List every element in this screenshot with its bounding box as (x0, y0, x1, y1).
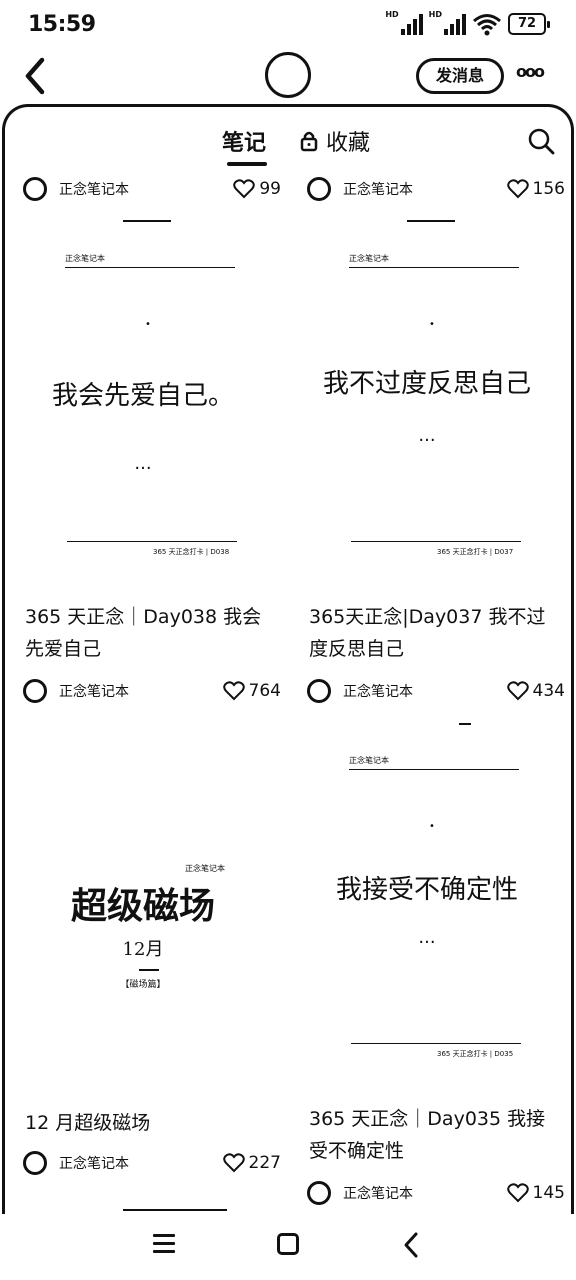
cover-text: 我不过度反思自己 (322, 369, 531, 399)
heart-icon (506, 1183, 529, 1203)
like-count-value: 99 (259, 179, 281, 199)
note-title[interactable]: 12 月超级磁场 (25, 1107, 277, 1139)
cover-ellipsis: ... (134, 453, 152, 474)
status-icons: HD HD 72 (385, 9, 550, 36)
status-bar: 15:59 HD HD 72 (0, 0, 576, 50)
cover-ellipsis: ... (418, 927, 436, 948)
heart-icon (222, 1153, 245, 1173)
author-row[interactable]: 正念笔记本 156 (289, 175, 565, 203)
profile-header: 发消息 ooo (0, 50, 576, 102)
note-card[interactable]: 正念笔记本 • 我接受不确定性 ... 365 天正念打卡 | D035 365… (289, 717, 565, 1214)
author-name: 正念笔记本 (59, 1156, 129, 1172)
like-count[interactable]: 764 (222, 681, 281, 701)
author-row[interactable]: 正念笔记本 145 (289, 1179, 565, 1207)
cover-tiny-label: 正念笔记本 (65, 254, 105, 263)
status-time: 15:59 (28, 12, 96, 37)
cover-tag: 【磁场篇】 (120, 980, 166, 990)
like-count-value: 764 (248, 681, 281, 701)
wifi-icon (473, 14, 501, 36)
like-count-value: 227 (248, 1153, 281, 1173)
cover-text: 我会先爱自己。 (51, 381, 234, 411)
like-count[interactable]: 434 (506, 681, 565, 701)
menu-icon[interactable] (153, 1234, 175, 1254)
back-icon[interactable] (20, 56, 50, 96)
like-count[interactable]: 227 (222, 1153, 281, 1173)
author-name: 正念笔记本 (343, 684, 413, 700)
like-count-value: 434 (532, 681, 565, 701)
cover-tiny-label: 正念笔记本 (185, 864, 225, 873)
note-cover[interactable]: 正念笔记本 • 我会先爱自己。 ... 365 天正念打卡 | D038 (5, 215, 281, 595)
author-row[interactable]: 正念笔记本 99 (5, 175, 281, 203)
profile-avatar[interactable] (265, 52, 311, 98)
heart-icon (506, 179, 529, 199)
note-title[interactable]: 365 天正念｜Day035 我接受不确定性 (309, 1103, 561, 1167)
cover-footer: 365 天正念打卡 | D037 (437, 548, 514, 556)
note-card[interactable]: 正念笔记本 • 我会先爱自己。 ... 365 天正念打卡 | D038 365… (5, 215, 281, 815)
home-icon[interactable] (277, 1233, 299, 1255)
cover-text: 我接受不确定性 (335, 875, 518, 905)
cover-footer: 365 天正念打卡 | D038 (153, 548, 230, 556)
note-cover[interactable]: 正念笔记本 超级磁场 12月 【磁场篇】 (5, 807, 281, 1107)
author-row[interactable]: 正念笔记本 434 (289, 677, 565, 705)
tab-favorites-label: 收藏 (326, 131, 371, 156)
note-cover[interactable]: 正念笔记本 • 我接受不确定性 ... 365 天正念打卡 | D035 (289, 717, 565, 1097)
like-count[interactable]: 145 (506, 1183, 565, 1203)
tab-favorites[interactable]: 收藏 (300, 125, 370, 157)
note-cover[interactable]: 正念笔记本 • 我不过度反思自己 ... 365 天正念打卡 | D037 (289, 215, 565, 595)
cover-footer: 365 天正念打卡 | D035 (437, 1050, 514, 1058)
cover-tiny-label: 正念笔记本 (349, 254, 389, 263)
author-avatar (307, 177, 331, 201)
cover-text: 超级磁场 (70, 885, 215, 927)
author-avatar (23, 679, 47, 703)
like-count[interactable]: 99 (233, 179, 281, 199)
tab-bar: 笔记 收藏 (5, 107, 571, 166)
heart-icon (222, 681, 245, 701)
like-count-value: 156 (532, 179, 565, 199)
signal-icon (400, 13, 423, 35)
tab-active-indicator (227, 162, 267, 166)
heart-icon (233, 179, 256, 199)
hd-badge: HD (385, 9, 399, 19)
heart-icon (506, 681, 529, 701)
signal-icon-2 (444, 13, 466, 35)
system-nav-bar (0, 1214, 576, 1280)
author-avatar (23, 177, 47, 201)
note-title[interactable]: 365 天正念｜Day038 我会先爱自己 (25, 601, 277, 665)
lock-icon (300, 131, 318, 152)
author-row[interactable]: 正念笔记本 227 (5, 1149, 281, 1177)
battery-icon: 72 (508, 13, 550, 35)
cover-subtitle: 12月 (122, 939, 164, 960)
send-message-button[interactable]: 发消息 (416, 58, 504, 94)
like-count-value: 145 (532, 1183, 565, 1203)
like-count[interactable]: 156 (506, 179, 565, 199)
cover-ellipsis: ... (418, 425, 436, 446)
author-name: 正念笔记本 (343, 1186, 413, 1202)
author-name: 正念笔记本 (59, 684, 129, 700)
hd-badge-2: HD (428, 9, 442, 19)
more-options-icon[interactable]: ooo (516, 62, 545, 81)
cover-tiny-label: 正念笔记本 (349, 756, 389, 765)
nav-back-icon[interactable] (402, 1231, 420, 1259)
author-row[interactable]: 正念笔记本 764 (5, 677, 281, 705)
note-title[interactable]: 365天正念|Day037 我不过度反思自己 (309, 601, 561, 665)
author-name: 正念笔记本 (343, 182, 413, 198)
tab-notes[interactable]: 笔记 (222, 125, 266, 157)
author-avatar (23, 1151, 47, 1175)
content-panel: 笔记 收藏 正念笔记本 99 正念笔记本 156 正念笔记本 • 我会先爱自己。… (2, 104, 574, 1214)
note-card[interactable]: 正念笔记本 超级磁场 12月 【磁场篇】 12 月超级磁场 正念笔记本 227 (5, 807, 281, 1214)
author-avatar (307, 679, 331, 703)
author-avatar (307, 1181, 331, 1205)
author-name: 正念笔记本 (59, 182, 129, 198)
search-icon[interactable] (527, 127, 555, 155)
